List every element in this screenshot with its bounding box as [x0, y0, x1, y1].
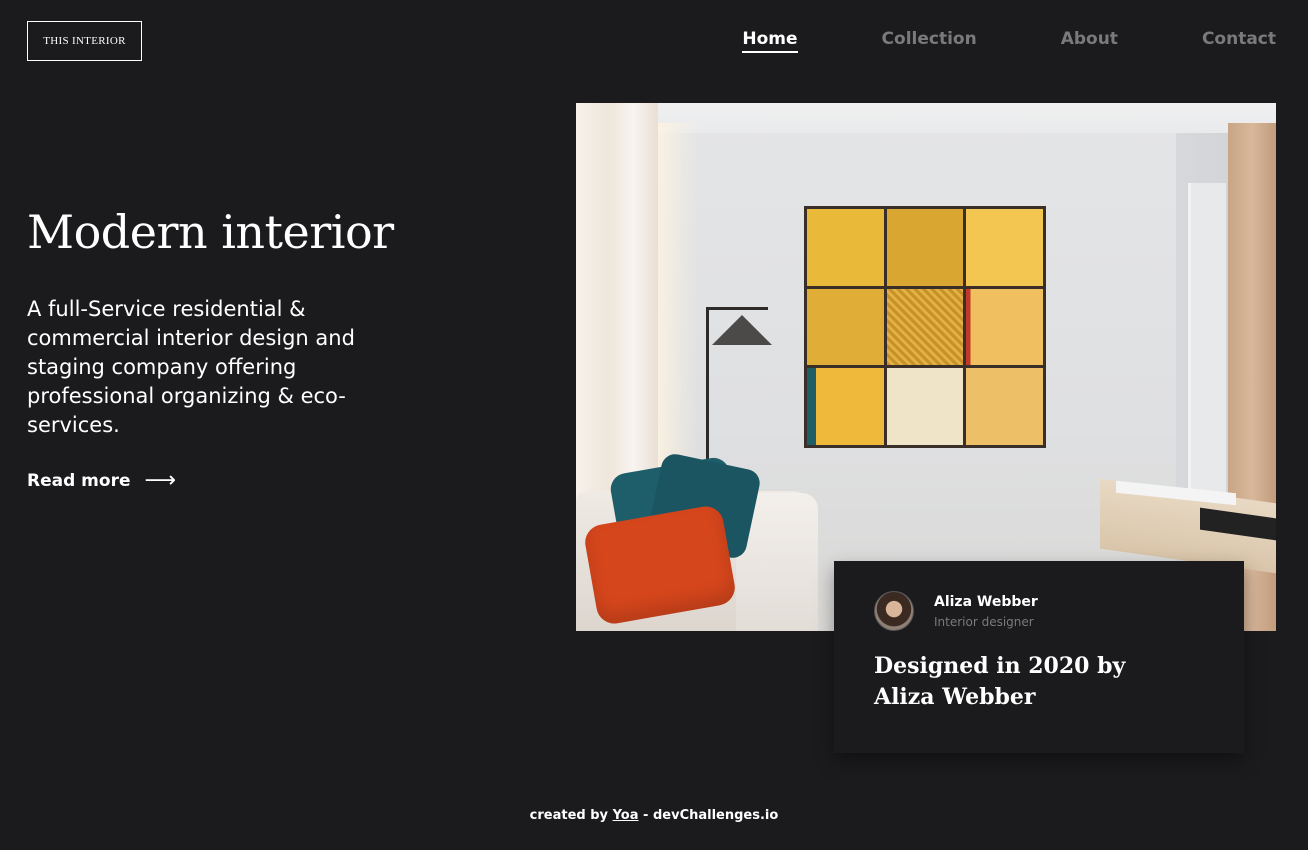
- designer-role: Interior designer: [934, 615, 1034, 629]
- footer-site: devChallenges.io: [652, 808, 779, 823]
- designer-card: Aliza Webber Interior designer Designed …: [834, 561, 1244, 753]
- footer-author-link[interactable]: Yoa: [613, 808, 639, 823]
- lamp-shade: [712, 315, 772, 345]
- read-more-link[interactable]: Read more ⟶: [27, 470, 176, 492]
- main-nav: Home Collection About Contact: [658, 29, 1276, 53]
- card-title: Designed in 2020 by Aliza Webber: [874, 653, 1126, 710]
- hero-image: [576, 103, 1276, 631]
- footer-prefix: created by: [529, 808, 609, 823]
- footer: created by Yoa - devChallenges.io: [0, 808, 1308, 823]
- hero-description: A full-Service residential & commercial …: [27, 297, 355, 437]
- lamp-arm: [706, 307, 768, 310]
- nav-home[interactable]: Home: [742, 29, 798, 53]
- read-more-label: Read more: [27, 471, 131, 491]
- footer-separator: -: [643, 808, 649, 823]
- arrow-right-icon: ⟶: [144, 468, 177, 493]
- nav-about[interactable]: About: [1061, 29, 1118, 53]
- logo-text: THIS INTERIOR: [43, 35, 126, 47]
- avatar: [874, 591, 914, 631]
- designer-name: Aliza Webber: [934, 594, 1038, 610]
- nav-contact[interactable]: Contact: [1202, 29, 1276, 53]
- logo[interactable]: THIS INTERIOR: [27, 21, 142, 61]
- hero-title: Modern interior: [27, 205, 394, 259]
- wall-art: [804, 206, 1046, 448]
- nav-collection[interactable]: Collection: [882, 29, 977, 53]
